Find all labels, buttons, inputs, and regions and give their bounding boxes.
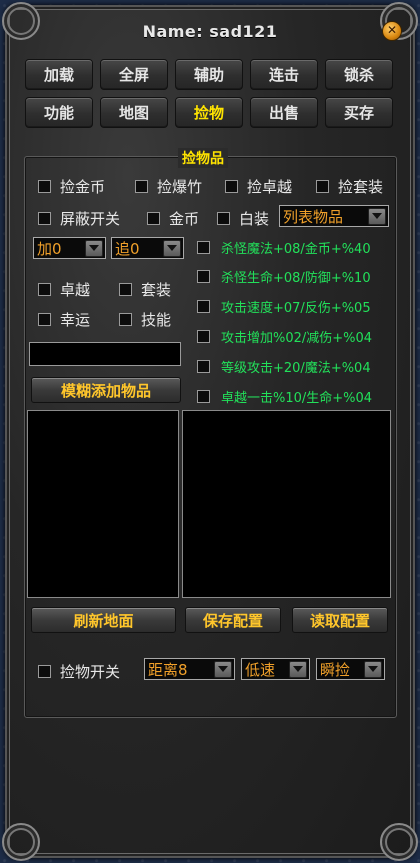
checkbox-attr-3[interactable]: 攻击速度+07/反伤+%05 <box>197 297 371 316</box>
tab-load[interactable]: 加载 <box>25 59 93 90</box>
load-config-button[interactable]: 读取配置 <box>292 607 388 633</box>
chevron-down-icon[interactable] <box>368 207 386 225</box>
checkbox-box[interactable] <box>38 212 51 225</box>
checkbox-box[interactable] <box>135 180 148 193</box>
tab-combo[interactable]: 连击 <box>250 59 318 90</box>
fuzzy-add-item-button[interactable]: 模糊添加物品 <box>31 377 181 403</box>
distance-dropdown[interactable]: 距离8 <box>144 658 235 680</box>
frame-corner-ornament <box>2 2 40 40</box>
item-name-input[interactable] <box>29 342 181 366</box>
checkbox-attr-2[interactable]: 杀怪生命+08/防御+%10 <box>197 267 371 286</box>
checkbox-attr-1[interactable]: 杀怪魔法+08/金币+%40 <box>197 238 371 257</box>
checkbox-box[interactable] <box>119 283 132 296</box>
speed-dropdown[interactable]: 低速 <box>241 658 310 680</box>
checkbox-box[interactable] <box>197 390 210 403</box>
close-icon[interactable]: ✕ <box>382 21 402 41</box>
tab-buy-store[interactable]: 买存 <box>325 97 393 128</box>
pickup-mode-dropdown[interactable]: 瞬捡 <box>316 658 385 680</box>
checkbox-box[interactable] <box>217 212 230 225</box>
group-title: 捡物品 <box>178 148 228 168</box>
window-title: Name: sad121 <box>142 21 278 41</box>
chevron-down-icon[interactable] <box>163 239 181 257</box>
checkbox-box[interactable] <box>38 283 51 296</box>
tab-assist[interactable]: 辅助 <box>175 59 243 90</box>
checkbox-box[interactable] <box>147 212 160 225</box>
checkbox-pickup-switch[interactable]: 捡物开关 <box>38 661 120 682</box>
tab-functions[interactable]: 功能 <box>25 97 93 128</box>
checkbox-gold[interactable]: 金币 <box>147 208 199 229</box>
checkbox-box[interactable] <box>119 313 132 326</box>
checkbox-box[interactable] <box>38 665 51 678</box>
chevron-down-icon[interactable] <box>85 239 103 257</box>
checkbox-box[interactable] <box>197 300 210 313</box>
tab-fullscreen[interactable]: 全屏 <box>100 59 168 90</box>
item-list-left[interactable] <box>27 410 179 598</box>
frame-corner-ornament <box>2 823 40 861</box>
checkbox-attr-5[interactable]: 等级攻击+20/魔法+%04 <box>197 357 371 376</box>
checkbox-box[interactable] <box>197 330 210 343</box>
checkbox-box[interactable] <box>197 360 210 373</box>
checkbox-attr-4[interactable]: 攻击增加%02/减伤+%04 <box>197 327 372 346</box>
chase-level-dropdown[interactable]: 追0 <box>111 237 184 259</box>
checkbox-pick-gold[interactable]: 捡金币 <box>38 176 105 197</box>
checkbox-white-gear[interactable]: 白装 <box>217 208 269 229</box>
checkbox-box[interactable] <box>197 241 210 254</box>
chevron-down-icon[interactable] <box>364 660 382 678</box>
plus-level-dropdown[interactable]: 加0 <box>33 237 106 259</box>
checkbox-luck[interactable]: 幸运 <box>38 309 90 330</box>
item-list-right[interactable] <box>182 410 391 598</box>
checkbox-attr-6[interactable]: 卓越一击%10/生命+%04 <box>197 387 372 406</box>
checkbox-box[interactable] <box>316 180 329 193</box>
tab-bar: 加载 全屏 辅助 连击 锁杀 功能 地图 捡物 出售 买存 <box>25 59 393 128</box>
checkbox-box[interactable] <box>197 270 210 283</box>
checkbox-set[interactable]: 套装 <box>119 279 171 300</box>
frame-corner-ornament <box>380 823 418 861</box>
checkbox-block-switch[interactable]: 屏蔽开关 <box>38 208 120 229</box>
checkbox-pick-excellent[interactable]: 捡卓越 <box>225 176 292 197</box>
checkbox-skill[interactable]: 技能 <box>119 309 171 330</box>
checkbox-box[interactable] <box>38 313 51 326</box>
list-items-dropdown[interactable]: 列表物品 <box>279 205 389 227</box>
checkbox-pick-firecracker[interactable]: 捡爆竹 <box>135 176 202 197</box>
checkbox-box[interactable] <box>225 180 238 193</box>
checkbox-excellent[interactable]: 卓越 <box>38 279 90 300</box>
checkbox-box[interactable] <box>38 180 51 193</box>
refresh-ground-button[interactable]: 刷新地面 <box>31 607 176 633</box>
checkbox-pick-set[interactable]: 捡套装 <box>316 176 383 197</box>
tab-map[interactable]: 地图 <box>100 97 168 128</box>
chevron-down-icon[interactable] <box>289 660 307 678</box>
tab-pickup[interactable]: 捡物 <box>175 97 243 128</box>
chevron-down-icon[interactable] <box>214 660 232 678</box>
save-config-button[interactable]: 保存配置 <box>185 607 281 633</box>
tab-lock-kill[interactable]: 锁杀 <box>325 59 393 90</box>
tab-sell[interactable]: 出售 <box>250 97 318 128</box>
